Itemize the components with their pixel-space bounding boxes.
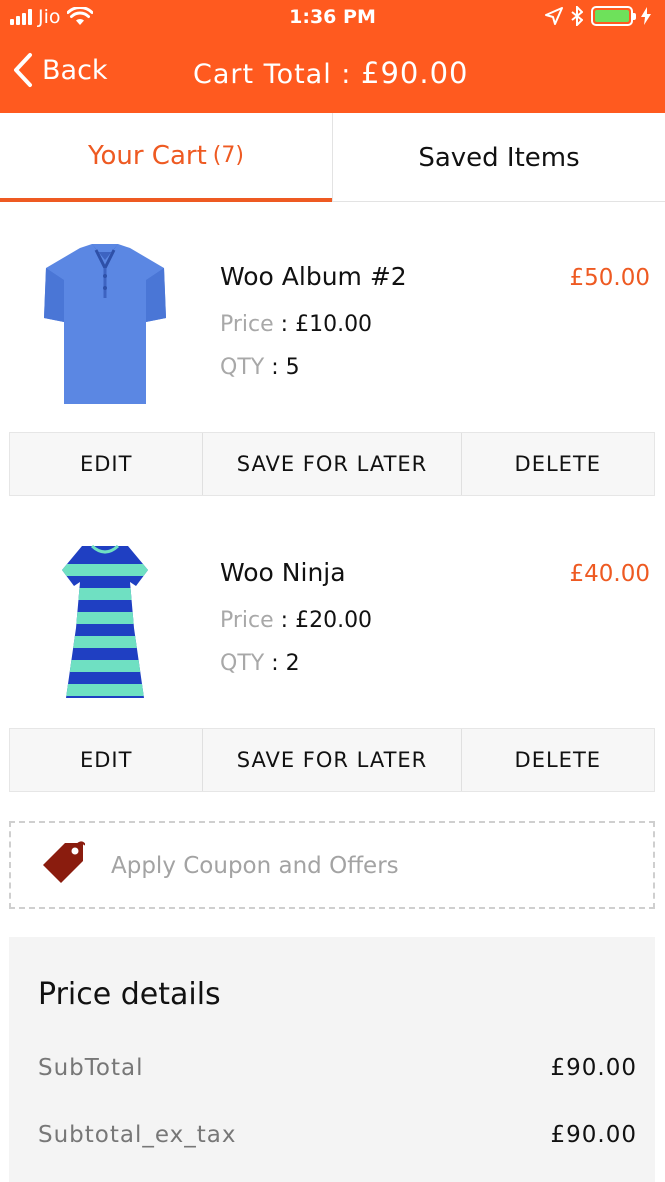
item-quantity: QTY : 2 [220, 651, 300, 676]
qty-value: 5 [285, 355, 300, 380]
item-actions: EDIT SAVE FOR LATER DELETE [9, 728, 655, 792]
price-value: £20.00 [295, 608, 373, 633]
coupon-label: Apply Coupon and Offers [111, 853, 399, 879]
qty-value: 2 [285, 651, 300, 676]
price-label: Price [220, 312, 274, 337]
battery-level [595, 10, 629, 22]
subtotal-ex-tax-value: £90.00 [550, 1122, 637, 1148]
item-name[interactable]: Woo Album #2 [220, 262, 407, 291]
cart-tabs: Your Cart (7) Saved Items [0, 113, 665, 202]
charging-icon [641, 7, 651, 25]
item-unit-price: Price : £10.00 [220, 312, 373, 337]
battery-icon [591, 6, 636, 26]
tab-your-cart-label: Your Cart [88, 140, 207, 171]
qty-label: QTY [220, 651, 265, 676]
item-line-total: £40.00 [569, 561, 650, 587]
item-quantity: QTY : 5 [220, 355, 300, 380]
subtotal-ex-tax-label: Subtotal_ex_tax [38, 1122, 237, 1148]
item-name[interactable]: Woo Ninja [220, 558, 346, 587]
bluetooth-icon [571, 6, 583, 26]
delete-button[interactable]: DELETE [460, 433, 654, 495]
tab-saved-items[interactable]: Saved Items [332, 113, 665, 202]
status-bar: Jio 1:36 PM [0, 0, 665, 36]
item-line-total: £50.00 [569, 265, 650, 291]
striped-dress-image [62, 544, 148, 698]
subtotal-label: SubTotal [38, 1055, 144, 1081]
blue-polo-shirt-image [44, 244, 166, 404]
subtotal-value: £90.00 [550, 1055, 637, 1081]
cart-total-label: Cart Total : [193, 59, 361, 90]
price-details-title: Price details [38, 977, 221, 1012]
apply-coupon-button[interactable]: Apply Coupon and Offers [9, 821, 655, 909]
qty-label: QTY [220, 355, 265, 380]
cart-total-amount: £90.00 [361, 56, 469, 90]
price-details-panel: Price details SubTotal £90.00 Subtotal_e… [9, 937, 655, 1182]
save-for-later-button[interactable]: SAVE FOR LATER [202, 433, 460, 495]
app-header: Jio 1:36 PM Back Cart Total: £90.00 [0, 0, 665, 113]
chevron-left-icon [14, 53, 32, 87]
cart-total-title: Cart Total : £90.00 [193, 56, 468, 90]
cart-count-badge: (7) [212, 143, 244, 168]
item-actions: EDIT SAVE FOR LATER DELETE [9, 432, 655, 496]
tab-your-cart[interactable]: Your Cart (7) [0, 113, 332, 202]
status-right [545, 6, 651, 26]
location-arrow-icon [545, 7, 563, 25]
price-label: Price [220, 608, 274, 633]
price-tag-icon [43, 841, 85, 883]
tab-saved-items-label: Saved Items [418, 142, 580, 173]
price-value: £10.00 [295, 312, 373, 337]
save-for-later-button[interactable]: SAVE FOR LATER [202, 729, 460, 791]
navigation-bar: Back Cart Total : £90.00 [0, 40, 665, 106]
delete-button[interactable]: DELETE [460, 729, 654, 791]
edit-button[interactable]: EDIT [10, 729, 202, 791]
edit-button[interactable]: EDIT [10, 433, 202, 495]
back-label: Back [42, 54, 108, 86]
item-unit-price: Price : £20.00 [220, 608, 373, 633]
back-button[interactable]: Back [12, 52, 108, 88]
